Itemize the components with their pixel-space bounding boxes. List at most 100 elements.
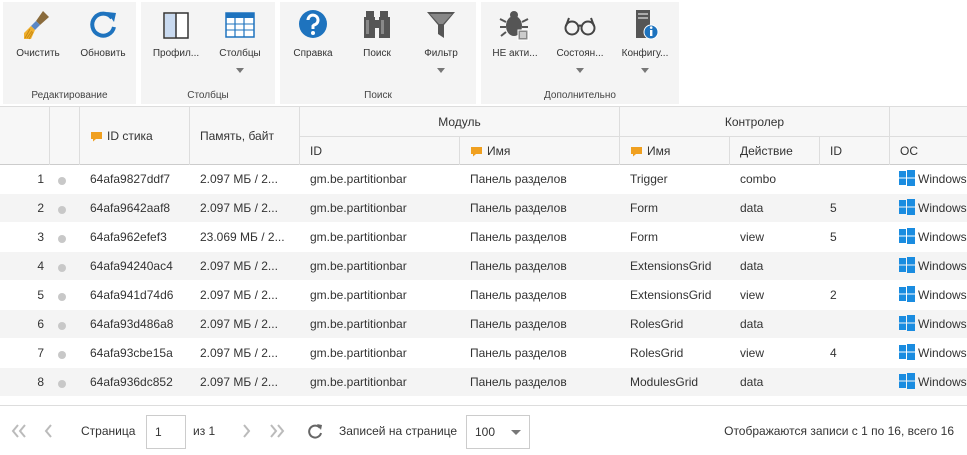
- header-os[interactable]: ОС: [890, 136, 967, 165]
- ribbon-group-columns: Профил... Столбцы Столбцы: [141, 2, 275, 104]
- header-module-id[interactable]: ID: [300, 136, 460, 165]
- filter-button-label: Фильтр: [424, 48, 458, 59]
- header-label: Контролер: [724, 114, 785, 129]
- windows-icon: [899, 228, 915, 245]
- server-info-icon: [628, 8, 662, 42]
- profile-panel-icon: [159, 8, 193, 42]
- comment-icon: [90, 131, 103, 142]
- help-button-label: Справка: [293, 48, 333, 59]
- per-page-label: Записей на странице: [339, 424, 458, 438]
- windows-icon: [899, 199, 915, 216]
- profile-button[interactable]: Профил...: [145, 2, 207, 86]
- last-page-icon[interactable]: [268, 423, 286, 439]
- cell-controller-name: ModulesGrid: [630, 375, 699, 389]
- header-label: ID: [830, 144, 842, 158]
- per-page-select[interactable]: 100: [466, 415, 530, 449]
- cell-os: Windows: [899, 223, 967, 252]
- cell-stik-id: 64afa93d486a8: [90, 317, 174, 331]
- cell-controller-name: Form: [630, 230, 658, 244]
- page-input[interactable]: [146, 415, 186, 449]
- chevron-down-icon: [576, 68, 584, 73]
- cell-module-name: Панель разделов: [470, 288, 567, 302]
- cell-stik-id: 64afa962efef3: [90, 230, 167, 244]
- configuration-button[interactable]: Конфигу...: [613, 2, 677, 86]
- broom-icon: [21, 8, 55, 42]
- columns-button-label: Столбцы: [219, 48, 261, 59]
- row-number: 6: [37, 317, 44, 331]
- cell-os: Windows: [899, 281, 967, 310]
- header-label: ОС: [900, 144, 918, 158]
- cell-action: view: [740, 346, 765, 360]
- windows-icon: [899, 257, 915, 274]
- ribbon-group-label: Поиск: [364, 90, 392, 101]
- cell-controller-name: RolesGrid: [630, 346, 684, 360]
- cell-module-name: Панель разделов: [470, 375, 567, 389]
- chevron-down-icon: [236, 68, 244, 73]
- status-dot-icon: [58, 322, 66, 330]
- header-action[interactable]: Действие: [730, 136, 820, 165]
- header-label: Модуль: [438, 114, 481, 129]
- prev-page-icon[interactable]: [40, 423, 58, 439]
- status-dot-icon: [58, 235, 66, 243]
- table-row[interactable]: 5 64afa941d74d6 2.097 МБ / 2... gm.be.parti…: [0, 281, 967, 310]
- cell-action: view: [740, 230, 765, 244]
- header-controller-name[interactable]: Имя: [620, 136, 730, 165]
- cell-module-name: Панель разделов: [470, 201, 567, 215]
- table-row[interactable]: 4 64afa94240ac4 2.097 МБ / 2... gm.be.parti…: [0, 252, 967, 281]
- header-group-controller: Контролер: [620, 107, 890, 136]
- clear-button[interactable]: Очистить: [6, 2, 70, 86]
- bug-icon: [498, 8, 532, 42]
- help-button[interactable]: Справка: [282, 2, 344, 86]
- refresh-icon[interactable]: [306, 423, 324, 439]
- cell-module-name: Панель разделов: [470, 172, 567, 186]
- cell-module-id: gm.be.partitionbar: [310, 288, 407, 302]
- cell-stik-id: 64afa936dc852: [90, 375, 173, 389]
- columns-button[interactable]: Столбцы: [209, 2, 271, 86]
- table-row[interactable]: 7 64afa93cbe15a 2.097 МБ / 2... gm.be.parti…: [0, 339, 967, 368]
- cell-module-id: gm.be.partitionbar: [310, 259, 407, 273]
- header-row-number: [0, 107, 50, 165]
- cell-module-id: gm.be.partitionbar: [310, 346, 407, 360]
- header-controller-id[interactable]: ID: [820, 136, 890, 165]
- header-label: ID стика: [107, 129, 153, 143]
- table-row[interactable]: 2 64afa9642aaf8 2.097 МБ / 2... gm.be.parti…: [0, 194, 967, 223]
- search-button[interactable]: Поиск: [346, 2, 408, 86]
- header-group-module: Модуль: [300, 107, 620, 136]
- cell-memory: 23.069 МБ / 2...: [200, 230, 285, 244]
- ribbon-group-additional: НЕ акти... Состоян... Конфигу... Дополни…: [481, 2, 679, 104]
- inactive-button[interactable]: НЕ акти...: [483, 2, 547, 86]
- cell-stik-id: 64afa94240ac4: [90, 259, 173, 273]
- ribbon-group-editing: Очистить Обновить Редактирование: [3, 2, 136, 104]
- cell-action: data: [740, 375, 764, 389]
- cell-module-id: gm.be.partitionbar: [310, 375, 407, 389]
- header-label: Имя: [647, 144, 671, 158]
- state-button-label: Состоян...: [556, 48, 604, 59]
- cell-stik-id: 64afa9642aaf8: [90, 201, 171, 215]
- filter-button[interactable]: Фильтр: [410, 2, 472, 86]
- header-memory[interactable]: Память, байт: [190, 107, 300, 165]
- table-row[interactable]: 3 64afa962efef3 23.069 МБ / 2... gm.be.part…: [0, 223, 967, 252]
- state-button[interactable]: Состоян...: [548, 2, 612, 86]
- table-row[interactable]: 6 64afa93d486a8 2.097 МБ / 2... gm.be.parti…: [0, 310, 967, 339]
- cell-os-label: Windows: [918, 172, 967, 186]
- header-stik-id[interactable]: ID стика: [80, 107, 190, 165]
- table-row[interactable]: 1 64afa9827ddf7 2.097 МБ / 2... gm.be.parti…: [0, 165, 967, 194]
- cell-memory: 2.097 МБ / 2...: [200, 375, 278, 389]
- table-row[interactable]: 8 64afa936dc852 2.097 МБ / 2... gm.be.parti…: [0, 368, 967, 397]
- page-label: Страница: [81, 424, 136, 438]
- ribbon-group-label: Дополнительно: [544, 90, 616, 101]
- cell-os: Windows: [899, 339, 967, 368]
- cell-module-name: Панель разделов: [470, 317, 567, 331]
- next-page-icon[interactable]: [237, 423, 255, 439]
- cell-controller-id: 5: [830, 201, 837, 215]
- first-page-icon[interactable]: [10, 423, 28, 439]
- header-module-name[interactable]: Имя: [460, 136, 620, 165]
- cell-action: data: [740, 259, 764, 273]
- cell-module-name: Панель разделов: [470, 346, 567, 360]
- refresh-button[interactable]: Обновить: [71, 2, 135, 86]
- cell-controller-name: ExtensionsGrid: [630, 259, 712, 273]
- cell-stik-id: 64afa93cbe15a: [90, 346, 173, 360]
- binoculars-icon: [360, 8, 394, 42]
- row-number: 8: [37, 375, 44, 389]
- header-label: Действие: [740, 144, 793, 158]
